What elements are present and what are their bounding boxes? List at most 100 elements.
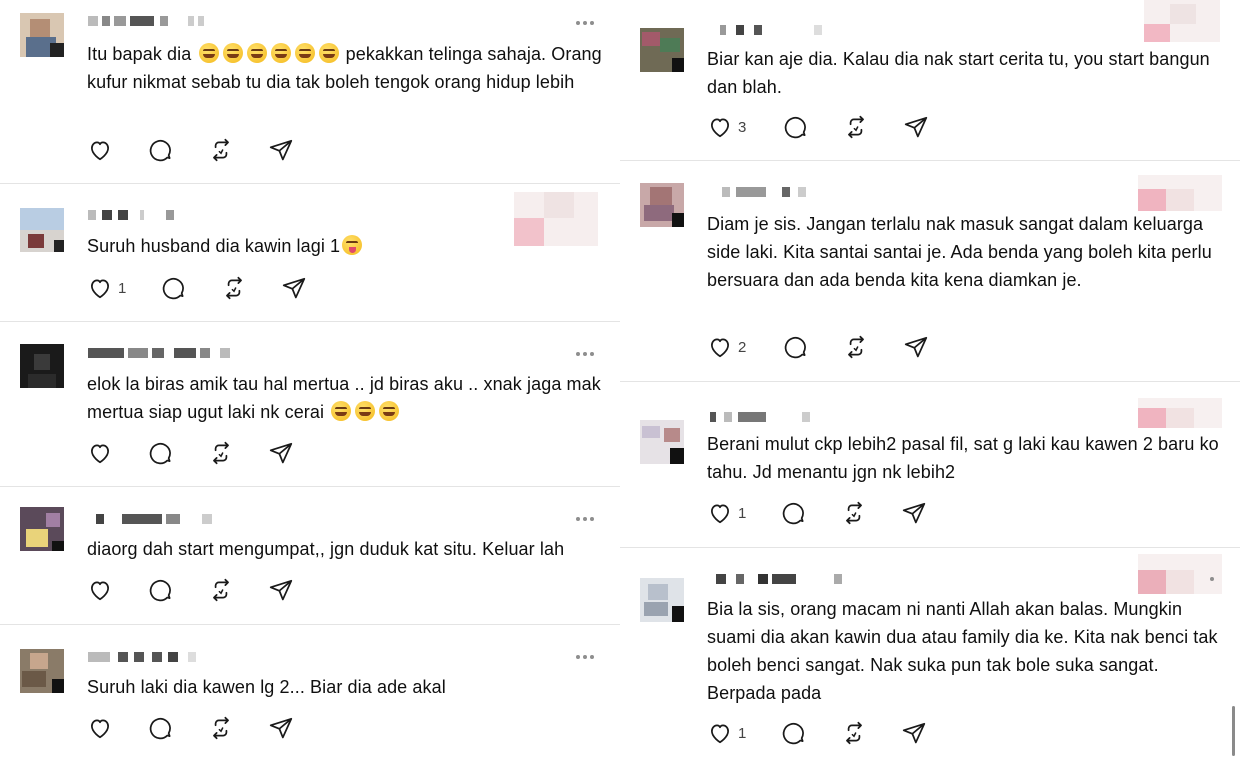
more-icon[interactable] bbox=[576, 20, 598, 26]
like-button[interactable]: 2 bbox=[707, 334, 746, 360]
reply-button[interactable] bbox=[783, 114, 809, 140]
post-actions: 2 bbox=[707, 334, 1007, 360]
reply-button[interactable] bbox=[781, 720, 807, 746]
reply-button[interactable] bbox=[161, 275, 187, 301]
avatar[interactable] bbox=[20, 344, 64, 388]
blurred-image bbox=[1138, 554, 1222, 594]
post-actions: 1 bbox=[707, 720, 1007, 746]
post-text: Itu bapak dia pekakkan telinga sahaja. O… bbox=[87, 40, 607, 96]
share-button[interactable] bbox=[268, 715, 294, 741]
more-icon[interactable] bbox=[1210, 576, 1216, 582]
scrollbar[interactable] bbox=[1232, 706, 1235, 756]
heart-icon bbox=[91, 444, 109, 464]
like-button[interactable]: 1 bbox=[707, 720, 746, 746]
comment-icon bbox=[149, 717, 171, 740]
avatar[interactable] bbox=[640, 28, 684, 72]
like-button[interactable] bbox=[87, 440, 113, 466]
username[interactable] bbox=[88, 208, 188, 222]
avatar[interactable] bbox=[20, 649, 64, 693]
reply-button[interactable] bbox=[148, 440, 174, 466]
heart-icon bbox=[711, 118, 729, 138]
reply-button[interactable] bbox=[781, 500, 807, 526]
rofl-emoji-icon bbox=[379, 401, 400, 421]
share-button[interactable] bbox=[268, 137, 294, 163]
post-actions: 3 bbox=[707, 114, 1007, 140]
comment-icon bbox=[149, 442, 171, 465]
like-button[interactable]: 1 bbox=[87, 275, 126, 301]
rofl-emoji-icon bbox=[294, 43, 315, 63]
repost-button[interactable] bbox=[841, 500, 867, 526]
avatar[interactable] bbox=[640, 578, 684, 622]
reply-button[interactable] bbox=[148, 715, 174, 741]
username[interactable] bbox=[88, 346, 248, 360]
share-button[interactable] bbox=[901, 720, 927, 746]
post-text-part: Bia la sis, orang macam ni nanti Allah a… bbox=[707, 599, 1218, 703]
like-count: 1 bbox=[118, 279, 127, 297]
more-icon[interactable] bbox=[576, 654, 598, 660]
repost-button[interactable] bbox=[208, 137, 234, 163]
repost-button[interactable] bbox=[843, 334, 869, 360]
post-text: Bia la sis, orang macam ni nanti Allah a… bbox=[707, 595, 1232, 707]
post-text: Biar kan aje dia. Kalau dia nak start ce… bbox=[707, 45, 1217, 101]
repost-button[interactable] bbox=[208, 440, 234, 466]
username[interactable] bbox=[706, 410, 826, 424]
reply-button[interactable] bbox=[148, 577, 174, 603]
post-text-part: Itu bapak dia bbox=[87, 44, 192, 64]
avatar[interactable] bbox=[640, 420, 684, 464]
username[interactable] bbox=[88, 650, 208, 664]
like-button[interactable] bbox=[87, 137, 113, 163]
avatar[interactable] bbox=[640, 183, 684, 227]
repost-icon bbox=[848, 115, 864, 139]
repost-button[interactable] bbox=[208, 715, 234, 741]
rofl-emoji-icon bbox=[270, 43, 291, 63]
post-actions bbox=[87, 577, 387, 603]
like-count: 3 bbox=[738, 118, 747, 136]
like-button[interactable] bbox=[87, 577, 113, 603]
heart-icon bbox=[711, 338, 729, 358]
share-button[interactable] bbox=[268, 577, 294, 603]
reply-post: Biar kan aje dia. Kalau dia nak start ce… bbox=[620, 0, 1240, 161]
repost-button[interactable] bbox=[841, 720, 867, 746]
like-button[interactable] bbox=[87, 715, 113, 741]
avatar[interactable] bbox=[20, 13, 64, 57]
reply-post: Diam je sis. Jangan terlalu nak masuk sa… bbox=[620, 161, 1240, 382]
comment-icon bbox=[149, 579, 171, 602]
reply-post: Suruh laki dia kawen lg 2... Biar dia ad… bbox=[0, 625, 620, 757]
share-button[interactable] bbox=[901, 500, 927, 526]
reply-button[interactable] bbox=[783, 334, 809, 360]
username[interactable] bbox=[706, 185, 836, 199]
share-button[interactable] bbox=[903, 114, 929, 140]
like-button[interactable]: 1 bbox=[707, 500, 746, 526]
heart-icon bbox=[91, 141, 109, 161]
more-icon[interactable] bbox=[576, 351, 598, 357]
reply-button[interactable] bbox=[148, 137, 174, 163]
rofl-emoji-icon bbox=[198, 43, 219, 63]
share-button[interactable] bbox=[281, 275, 307, 301]
heart-icon bbox=[91, 581, 109, 601]
reply-post: Suruh husband dia kawin lagi 1 1 bbox=[0, 184, 620, 322]
like-count: 2 bbox=[738, 338, 747, 356]
avatar[interactable] bbox=[20, 208, 64, 252]
like-button[interactable]: 3 bbox=[707, 114, 746, 140]
send-icon bbox=[269, 442, 293, 464]
more-icon[interactable] bbox=[576, 516, 598, 522]
reply-post: Bia la sis, orang macam ni nanti Allah a… bbox=[620, 548, 1240, 757]
send-icon bbox=[902, 502, 926, 524]
username[interactable] bbox=[706, 572, 846, 586]
repost-icon bbox=[213, 578, 229, 602]
username[interactable] bbox=[88, 14, 208, 28]
username[interactable] bbox=[88, 512, 228, 526]
repost-button[interactable] bbox=[208, 577, 234, 603]
repost-button[interactable] bbox=[221, 275, 247, 301]
share-button[interactable] bbox=[903, 334, 929, 360]
share-button[interactable] bbox=[268, 440, 294, 466]
comment-icon bbox=[782, 722, 804, 745]
repost-button[interactable] bbox=[843, 114, 869, 140]
post-actions bbox=[87, 440, 387, 466]
post-actions: 1 bbox=[87, 275, 387, 301]
avatar[interactable] bbox=[20, 507, 64, 551]
comment-icon bbox=[784, 116, 806, 139]
post-actions bbox=[87, 715, 387, 741]
username[interactable] bbox=[706, 23, 826, 37]
post-text-part: Biar kan aje dia. Kalau dia nak start ce… bbox=[707, 49, 1210, 97]
